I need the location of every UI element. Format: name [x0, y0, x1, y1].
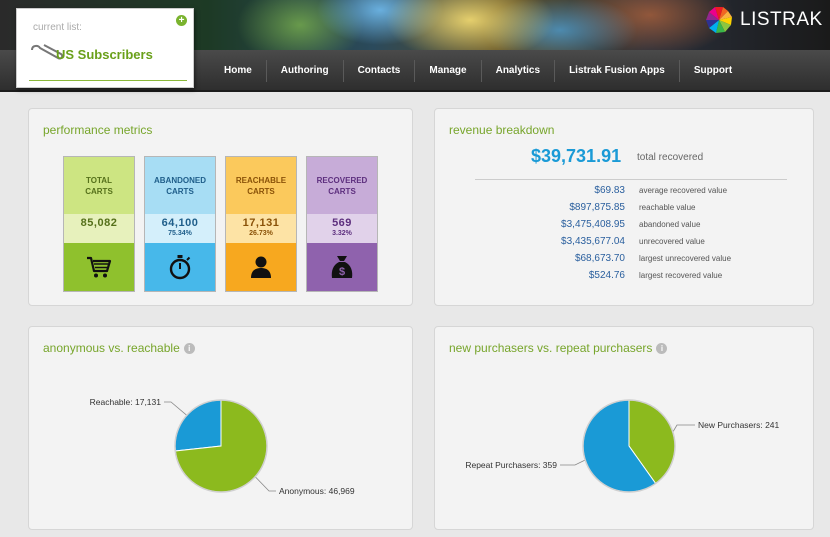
revenue-row: $897,875.85 reachable value	[435, 202, 795, 218]
person-icon	[251, 256, 271, 278]
current-list-card[interactable]: current list: + US Subscribers	[16, 8, 194, 88]
stopwatch-icon	[169, 255, 191, 280]
revenue-divider	[475, 179, 787, 180]
nav-manage[interactable]: Manage	[415, 60, 482, 82]
metric-icon-box	[64, 243, 134, 291]
revenue-row-label: average recovered value	[639, 186, 728, 195]
metric-value: 569	[332, 217, 352, 229]
metric-label: RECOVERED CARTS	[307, 157, 377, 214]
metric-total-carts[interactable]: TOTAL CARTS 85,082	[63, 156, 135, 292]
nav-fusion-apps[interactable]: Listrak Fusion Apps	[555, 60, 680, 82]
brand-name: LISTRAK	[740, 9, 823, 30]
metric-recovered-carts[interactable]: RECOVERED CARTS 569 3.32% $	[306, 156, 378, 292]
pie-leader-line	[164, 401, 188, 416]
revenue-row: $3,475,408.95 abandoned value	[435, 219, 795, 235]
pie-slice-label: Repeat Purchasers: 359	[465, 460, 557, 470]
revenue-row-value: $3,435,677.04	[561, 236, 625, 247]
revenue-row-value: $68,673.70	[574, 253, 625, 264]
pie-leader-line	[254, 476, 276, 492]
metric-label: REACHABLE CARTS	[226, 157, 296, 214]
main-nav: Home Authoring Contacts Manage Analytics…	[210, 50, 746, 92]
pie-slice-label: Anonymous: 46,969	[279, 486, 355, 496]
anonymous-vs-reachable-panel: anonymous vs. reachable i Reachable: 17,1…	[28, 326, 413, 530]
metric-percent: 3.32%	[332, 230, 352, 237]
new-vs-repeat-purchasers-pie: New Purchasers: 241 Repeat Purchasers: 35…	[465, 399, 780, 493]
nav-contacts[interactable]: Contacts	[344, 60, 416, 82]
metric-value: 17,131	[242, 217, 280, 229]
revenue-row: $69.83 average recovered value	[435, 185, 795, 201]
pie-slice[interactable]	[174, 399, 222, 452]
revenue-row-label: reachable value	[639, 203, 696, 212]
revenue-row-value: $897,875.85	[569, 202, 625, 213]
metric-value: 85,082	[80, 217, 118, 229]
revenue-breakdown-panel: revenue breakdown $39,731.91 total recov…	[434, 108, 814, 306]
pie-slice-label: Reachable: 17,131	[90, 397, 162, 407]
nav-support[interactable]: Support	[680, 60, 746, 82]
performance-metrics-panel: performance metrics TOTAL CARTS 85,082 AB…	[28, 108, 413, 306]
revenue-row: $524.76 largest recovered value	[435, 270, 795, 286]
metric-value-box: 17,131 26.73%	[226, 214, 296, 243]
metric-label: ABANDONED CARTS	[145, 157, 215, 214]
pie-slice-label: New Purchasers: 241	[698, 420, 780, 430]
metric-icon-box: $	[307, 243, 377, 291]
metric-value-box: 569 3.32%	[307, 214, 377, 243]
nav-authoring[interactable]: Authoring	[267, 60, 344, 82]
metric-value: 64,100	[161, 217, 199, 229]
money-bag-icon: $	[331, 256, 353, 278]
current-list-divider	[29, 80, 187, 81]
metric-label: TOTAL CARTS	[64, 157, 134, 214]
listrak-logo-icon	[706, 7, 732, 33]
metric-icon-box	[145, 243, 215, 291]
add-list-icon[interactable]: +	[176, 15, 187, 26]
total-recovered-label: total recovered	[637, 152, 704, 163]
pie-leader-line	[560, 459, 586, 466]
revenue-row-label: largest unrecovered value	[639, 254, 732, 263]
current-list-name[interactable]: US Subscribers	[56, 47, 153, 62]
revenue-row-label: abandoned value	[639, 220, 701, 229]
revenue-row-label: largest recovered value	[639, 271, 723, 280]
total-recovered-value: $39,731.91	[531, 146, 622, 166]
metric-reachable-carts[interactable]: REACHABLE CARTS 17,131 26.73%	[225, 156, 297, 292]
revenue-row: $3,435,677.04 unrecovered value	[435, 236, 795, 252]
new-vs-repeat-purchasers-panel: new purchasers vs. repeat purchasers i Ne…	[434, 326, 814, 530]
revenue-row-label: unrecovered value	[639, 237, 705, 246]
revenue-breakdown-title: revenue breakdown	[449, 123, 555, 137]
metric-percent: 75.34%	[168, 230, 192, 237]
metric-percent: 26.73%	[249, 230, 273, 237]
revenue-row-value: $69.83	[594, 185, 625, 196]
listrak-logo[interactable]: LISTRAK	[704, 6, 823, 34]
metric-abandoned-carts[interactable]: ABANDONED CARTS 64,100 75.34%	[144, 156, 216, 292]
svg-text:$: $	[339, 266, 345, 278]
revenue-row-value: $524.76	[588, 270, 625, 281]
metric-value-box: 85,082	[64, 214, 134, 243]
metric-icon-box	[226, 243, 296, 291]
metric-value-box: 64,100 75.34%	[145, 214, 215, 243]
shopping-cart-icon	[87, 256, 112, 278]
current-list-label: current list:	[33, 22, 82, 33]
nav-home[interactable]: Home	[210, 60, 267, 82]
revenue-row: $68,673.70 largest unrecovered value	[435, 253, 795, 269]
nav-analytics[interactable]: Analytics	[482, 60, 556, 82]
revenue-row-value: $3,475,408.95	[561, 219, 625, 230]
anonymous-vs-reachable-pie: Reachable: 17,131 Anonymous: 46,969	[90, 397, 355, 496]
pie-leader-line	[672, 424, 695, 433]
performance-metrics-title: performance metrics	[43, 123, 153, 137]
